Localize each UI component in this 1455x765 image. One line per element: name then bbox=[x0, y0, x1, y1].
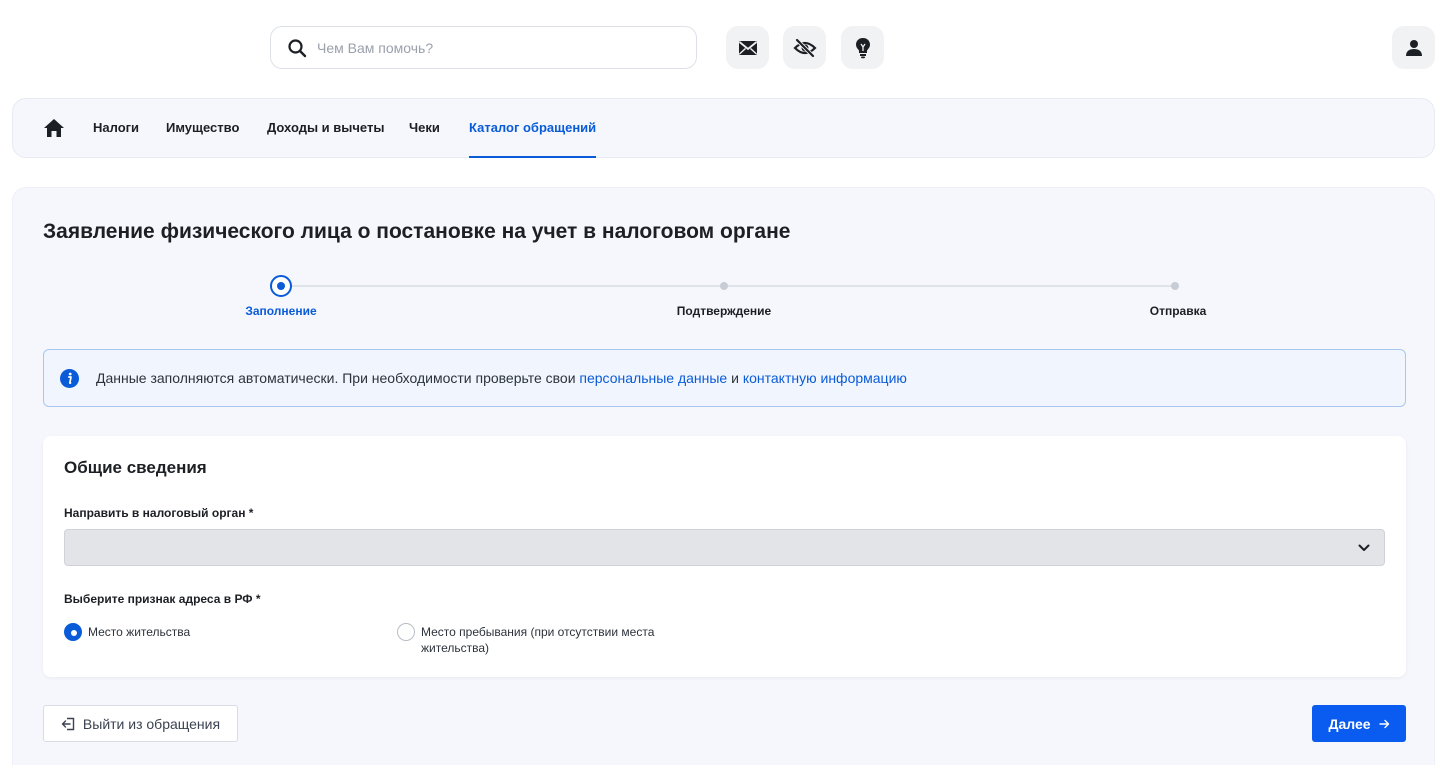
tab-requests-catalog[interactable]: Каталог обращений bbox=[469, 99, 597, 158]
chevron-down-icon bbox=[1358, 544, 1370, 551]
search-bar[interactable]: Чем Вам помочь? bbox=[270, 26, 697, 69]
tab-receipts[interactable]: Чеки bbox=[409, 99, 440, 158]
main-panel: Заявление физического лица о постановке … bbox=[12, 187, 1435, 765]
radio-residence-label: Место жительства bbox=[88, 625, 191, 639]
tab-income[interactable]: Доходы и вычеты bbox=[267, 99, 384, 158]
tips-button[interactable] bbox=[841, 26, 884, 69]
eye-off-icon bbox=[792, 38, 817, 57]
step-indicator bbox=[720, 282, 728, 290]
tax-authority-label: Направить в налоговый орган * bbox=[64, 506, 254, 520]
tab-property[interactable]: Имущество bbox=[166, 99, 239, 158]
info-text: Данные заполняются автоматически. При не… bbox=[96, 370, 580, 386]
search-icon bbox=[288, 38, 307, 57]
step-indicator-current bbox=[270, 275, 292, 297]
main-nav: Налоги Имущество Доходы и вычеты Чеки Ка… bbox=[12, 98, 1435, 158]
step-label-sending: Отправка bbox=[1149, 304, 1207, 318]
arrow-right-icon bbox=[1378, 719, 1389, 728]
next-button[interactable]: Далее bbox=[1312, 705, 1406, 742]
page-title: Заявление физического лица о постановке … bbox=[43, 220, 791, 243]
profile-button[interactable] bbox=[1392, 26, 1435, 69]
search-placeholder: Чем Вам помочь? bbox=[317, 39, 434, 56]
general-info-card: Общие сведения Направить в налоговый орг… bbox=[43, 436, 1406, 677]
step-label-confirmation: Подтверждение bbox=[676, 304, 772, 318]
info-conjunction: и bbox=[727, 370, 743, 386]
radio-button[interactable] bbox=[397, 623, 415, 641]
lightbulb-icon bbox=[855, 37, 870, 58]
tab-taxes[interactable]: Налоги bbox=[93, 99, 139, 158]
radio-stay[interactable]: Место пребывания (при отсутствии места ж… bbox=[397, 623, 681, 656]
home-icon[interactable] bbox=[43, 118, 65, 138]
exit-request-button[interactable]: Выйти из обращения bbox=[43, 705, 238, 742]
info-banner: Данные заполняются автоматически. При не… bbox=[43, 349, 1406, 407]
mail-icon bbox=[738, 40, 757, 55]
exit-request-label: Выйти из обращения bbox=[82, 715, 221, 732]
step-indicator bbox=[1171, 282, 1179, 290]
info-icon bbox=[60, 368, 79, 388]
user-icon bbox=[1405, 39, 1422, 56]
step-label-filling: Заполнение bbox=[245, 304, 317, 318]
section-title: Общие сведения bbox=[64, 458, 207, 477]
contact-info-link[interactable]: контактную информацию bbox=[743, 370, 907, 386]
personal-data-link[interactable]: персональные данные bbox=[579, 370, 727, 386]
messages-button[interactable] bbox=[726, 26, 769, 69]
radio-stay-label: Место пребывания (при отсутствии места ж… bbox=[421, 625, 655, 655]
radio-button-checked[interactable] bbox=[64, 623, 82, 641]
address-type-label: Выберите признак адреса в РФ * bbox=[64, 592, 261, 606]
exit-icon bbox=[61, 717, 75, 730]
radio-residence[interactable]: Место жительства bbox=[64, 623, 190, 641]
tax-authority-select[interactable] bbox=[64, 529, 1385, 566]
stepper-track bbox=[281, 285, 1176, 287]
hide-values-button[interactable] bbox=[783, 26, 826, 69]
next-label: Далее bbox=[1328, 715, 1371, 732]
